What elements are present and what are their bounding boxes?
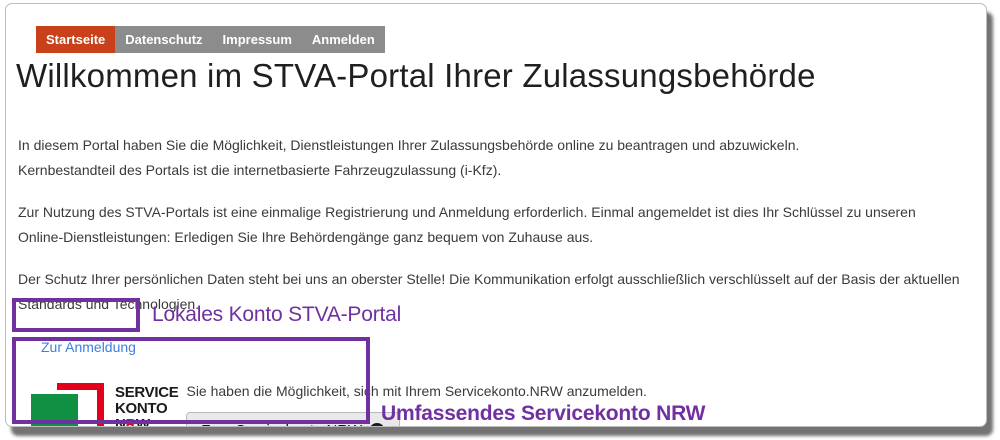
- zur-anmeldung-link[interactable]: Zur Anmeldung: [41, 339, 136, 355]
- servicekonto-description: Sie haben die Möglichkeit, sich mit Ihre…: [186, 383, 647, 399]
- logo-line-service: SERVICE: [115, 384, 179, 401]
- page-title: Willkommen im STVA-Portal Ihrer Zulassun…: [16, 57, 816, 94]
- nav-tab-datenschutz[interactable]: Datenschutz: [115, 26, 212, 53]
- nav-tab-anmelden[interactable]: Anmelden: [302, 26, 385, 53]
- top-navigation: Startseite Datenschutz Impressum Anmelde…: [36, 26, 385, 53]
- intro-paragraph-2: Zur Nutzung des STVA-Portals ist eine ei…: [18, 204, 916, 245]
- logo-line-konto: KONTO: [115, 400, 168, 417]
- login-link-row: Zur Anmeldung: [41, 339, 986, 357]
- servicekonto-nrw-logo: SERVICE KONTO NRW: [31, 383, 179, 427]
- nav-tab-impressum[interactable]: Impressum: [213, 26, 302, 53]
- servicekonto-logo-mark: [31, 383, 113, 426]
- logo-nrw-n: N: [115, 416, 126, 427]
- logo-nrw-w: W: [135, 416, 150, 427]
- logo-green-square: [31, 394, 78, 426]
- logo-line-nrw: NRW: [115, 417, 178, 427]
- annotation-label-local-account: Lokales Konto STVA-Portal: [152, 303, 402, 326]
- zum-servicekonto-button-label: Zum Servicekonto.NRW: [201, 422, 362, 426]
- logo-nrw-r: R: [125, 416, 137, 427]
- nav-tab-startseite[interactable]: Startseite: [36, 26, 116, 53]
- logo-wordmark: SERVICE KONTO NRW: [115, 384, 179, 427]
- annotation-label-service-account: Umfassendes Servicekonto NRW: [381, 402, 706, 425]
- zum-servicekonto-button[interactable]: Zum Servicekonto.NRW: [186, 412, 401, 426]
- screenshot-frame: Startseite Datenschutz Impressum Anmelde…: [5, 3, 987, 427]
- intro-paragraph-1: In diesem Portal haben Sie die Möglichke…: [18, 137, 800, 178]
